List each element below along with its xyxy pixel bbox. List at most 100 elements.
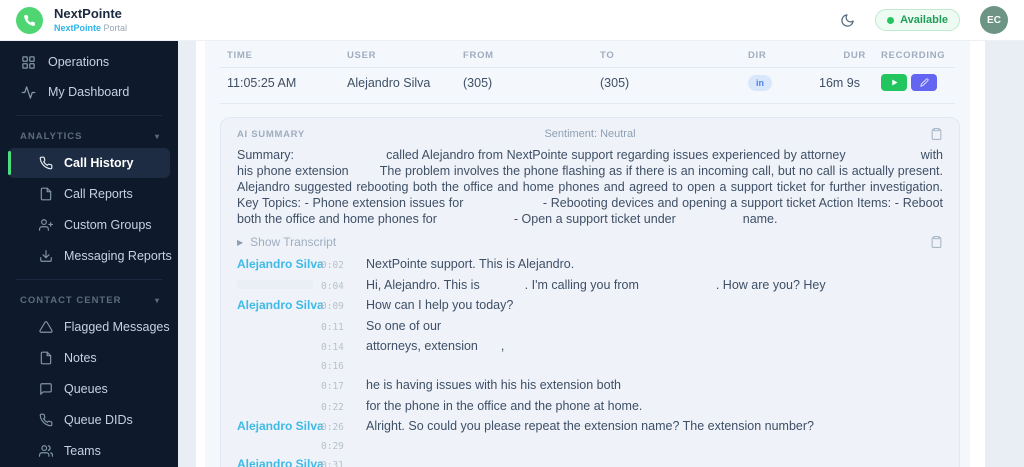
left-scroll-gutter: [196, 41, 205, 467]
sidebar-item-queues[interactable]: Queues: [8, 374, 170, 404]
sidebar-section-analytics[interactable]: ANALYTICS ▾: [0, 124, 178, 147]
user-plus-icon: [39, 218, 53, 232]
transcript-text: So one of our: [366, 318, 442, 333]
column-header-dur: DUR: [843, 50, 866, 61]
table-header: TIME USER FROM TO DIR DUR RECORDING: [205, 41, 970, 61]
chevron-down-icon: ▾: [154, 132, 160, 141]
transcript-row: Alejandro Silva 0:09 How can I help you to…: [237, 298, 943, 313]
play-icon: [890, 78, 899, 87]
main-area: TIME USER FROM TO DIR DUR RECORDING 11:05:25 A…: [178, 41, 1024, 467]
call-history-panel: TIME USER FROM TO DIR DUR RECORDING 11:05:25 A…: [205, 41, 970, 467]
pen-icon: [919, 78, 929, 87]
sidebar-item-label: Call Reports: [64, 187, 133, 201]
cell-from: (305): [463, 75, 493, 90]
transcript-row: Alejandro Silva 0:31: [237, 458, 943, 467]
phone-icon: [23, 14, 36, 27]
show-transcript-toggle[interactable]: Show Transcript: [250, 235, 336, 249]
sidebar-item-label: Queue DIDs: [64, 413, 133, 427]
cell-time: 11:05:25 AM: [227, 75, 297, 90]
sidebar-item-queue-dids[interactable]: Queue DIDs: [8, 405, 170, 435]
copy-transcript-icon[interactable]: [930, 235, 943, 249]
right-scroll-gutter[interactable]: [970, 41, 985, 467]
transcript-row: 0:17 he is having issues with his his ext…: [237, 378, 943, 393]
transcript-timestamp: 0:02: [321, 260, 344, 271]
sidebar-item-label: Operations: [48, 55, 110, 69]
transcript-text: Hi, Alejandro. This is . I'm calling you…: [366, 277, 826, 292]
alert-triangle-icon: [39, 320, 53, 334]
sidebar-divider: [16, 115, 162, 116]
download-icon: [39, 249, 53, 263]
transcript-speaker: Alejandro Silva: [237, 457, 324, 467]
ai-analysis-button[interactable]: [911, 74, 937, 91]
sidebar-item-messaging-reports[interactable]: Messaging Reports: [8, 241, 172, 271]
redacted-text: [467, 206, 539, 207]
file-icon: [39, 187, 53, 201]
show-transcript-row: ▶ Show Transcript: [237, 235, 943, 249]
transcript-text: Alright. So could you please repeat the …: [366, 419, 814, 433]
transcript-row: 0:04 Hi, Alejandro. This is . I'm calling…: [237, 278, 943, 293]
transcript-row: Alejandro Silva 0:02 NextPointe support. T…: [237, 257, 943, 272]
column-header-dir: DIR: [748, 50, 767, 61]
transcript-text: How can I help you today?: [366, 298, 514, 312]
copy-summary-icon[interactable]: [930, 127, 943, 141]
status-label: Available: [900, 14, 948, 26]
sidebar-item-custom-groups[interactable]: Custom Groups: [8, 210, 170, 240]
transcript-text: NextPointe support. This is Alejandro.: [366, 257, 575, 271]
section-title: CONTACT CENTER: [20, 295, 122, 306]
users-icon: [39, 444, 53, 458]
sidebar-item-call-reports[interactable]: Call Reports: [8, 179, 170, 209]
redacted-speaker: [237, 279, 313, 289]
redacted-text: [440, 222, 510, 223]
direction-badge: in: [748, 74, 772, 91]
sidebar-section-contact-center[interactable]: CONTACT CENTER ▾: [0, 288, 178, 311]
app-subtitle-brand: NextPointe: [54, 22, 102, 33]
transcript-row: 0:14 attorneys, extension ,: [237, 339, 943, 354]
transcript-speaker: Alejandro Silva: [237, 419, 324, 433]
redacted-text: [642, 288, 712, 289]
phone-icon: [39, 413, 53, 427]
avatar[interactable]: EC: [980, 6, 1008, 34]
transcript-timestamp: 0:26: [321, 422, 344, 433]
transcript-speaker: Alejandro Silva: [237, 257, 324, 271]
chevron-down-icon: ▾: [154, 296, 160, 305]
sidebar-item-label: Notes: [64, 351, 97, 365]
sidebar-item-teams[interactable]: Teams: [8, 436, 170, 466]
sidebar-item-label: Call History: [64, 156, 134, 170]
sidebar-item-operations[interactable]: Operations: [0, 47, 178, 77]
transcript-timestamp: 0:04: [321, 280, 344, 292]
sidebar-item-notes[interactable]: Notes: [8, 343, 170, 373]
summary-text: Summary: called Alejandro from NextPoint…: [237, 148, 943, 226]
column-header-recording: RECORDING: [881, 50, 946, 61]
top-header: NextPointe NextPointe Portal Available E…: [0, 0, 1024, 41]
transcript-speaker: Alejandro Silva: [237, 298, 324, 312]
column-header-from: FROM: [463, 50, 494, 61]
sidebar-item-label: Messaging Reports: [64, 249, 172, 263]
section-title: ANALYTICS: [20, 131, 83, 142]
play-recording-button[interactable]: [881, 74, 907, 91]
transcript-timestamp: 0:16: [321, 360, 344, 372]
grid-icon: [21, 55, 36, 70]
sidebar-item-label: Queues: [64, 382, 108, 396]
sidebar-item-flagged-messages[interactable]: Flagged Messages: [8, 312, 170, 342]
ai-summary-title: AI SUMMARY: [237, 128, 305, 140]
sidebar-item-my-dashboard[interactable]: My Dashboard: [0, 77, 178, 107]
column-header-to: TO: [600, 50, 615, 61]
transcript-list: Alejandro Silva 0:02 NextPointe support. T…: [237, 257, 943, 467]
app-window: NextPointe NextPointe Portal Available E…: [0, 0, 1024, 467]
cell-recording: [866, 74, 970, 91]
transcript-row: 0:22 for the phone in the office and the …: [237, 399, 943, 414]
transcript-text: attorneys, extension ,: [366, 339, 505, 353]
sidebar-divider: [16, 279, 162, 280]
moon-icon[interactable]: [840, 13, 855, 28]
status-badge[interactable]: Available: [875, 9, 960, 31]
app-subtitle: NextPointe Portal: [54, 23, 127, 33]
table-row[interactable]: 11:05:25 AM Alejandro Silva (305) (305) in 16…: [205, 68, 970, 97]
transcript-row: Alejandro Silva 0:26 Alright. So could you…: [237, 419, 943, 434]
cell-to: (305): [600, 75, 630, 90]
cell-user: Alejandro Silva: [347, 75, 431, 90]
transcript-timestamp: 0:29: [321, 440, 344, 452]
column-header-time: TIME: [227, 50, 253, 61]
sidebar-item-label: Teams: [64, 444, 101, 458]
sidebar-item-call-history[interactable]: Call History: [8, 148, 170, 178]
redacted-text: [481, 349, 497, 350]
